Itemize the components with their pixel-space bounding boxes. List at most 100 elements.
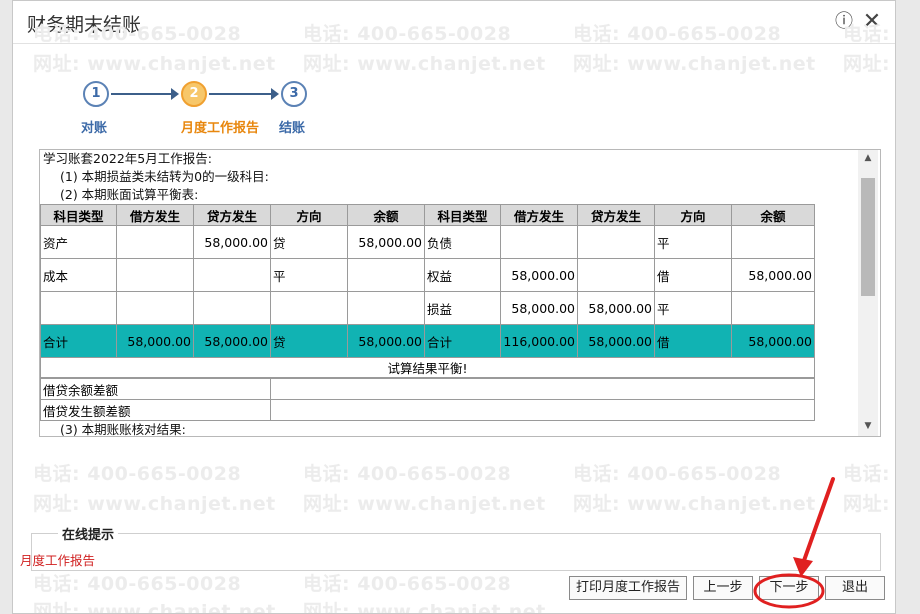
step-label-close: 结账 — [279, 121, 306, 136]
table-cell: 58,000.00 — [577, 291, 655, 325]
table-cell — [577, 258, 655, 292]
step-connector — [209, 93, 271, 95]
watermark-phone: 电话: 400-665-0028 — [33, 463, 242, 485]
exit-button[interactable]: 退出 — [825, 576, 885, 600]
arrow-right-icon — [271, 88, 279, 100]
help-icon[interactable]: ⓘ — [833, 11, 855, 33]
column-header: 贷方发生 — [193, 204, 271, 226]
table-cell — [347, 258, 425, 292]
table-cell: 合计 — [424, 324, 501, 358]
table-cell — [193, 291, 271, 325]
column-header: 借方发生 — [500, 204, 578, 226]
table-row: 借贷余额差额 — [40, 378, 815, 400]
table-cell: 贷 — [270, 225, 348, 259]
tips-text: 月度工作报告 — [20, 553, 96, 568]
difference-table: 借贷余额差额 借贷发生额差额 — [40, 378, 815, 421]
watermark-site: 网址: www.chanjet.net — [573, 53, 816, 75]
table-cell — [116, 225, 194, 259]
table-cell: 权益 — [424, 258, 501, 292]
table-cell — [731, 291, 815, 325]
watermark-site: 网址: www.chanjet.net — [33, 53, 276, 75]
column-header: 贷方发生 — [577, 204, 655, 226]
watermark-phone: 电话: 400-665-0028 — [303, 463, 512, 485]
step-1-circle: 1 — [83, 81, 109, 107]
table-cell — [500, 225, 578, 259]
table-row: 成本 平 权益 58,000.00 借 58,000.00 — [40, 258, 815, 292]
table-row: 借贷发生额差额 — [40, 399, 815, 421]
column-header: 借方发生 — [116, 204, 194, 226]
scrollbar-thumb[interactable] — [861, 178, 875, 296]
table-row: 损益 58,000.00 58,000.00 平 — [40, 291, 815, 325]
online-tips-box: 在线提示 月度工作报告 — [20, 524, 881, 571]
table-cell — [731, 225, 815, 259]
table-cell: 平 — [654, 291, 732, 325]
watermark-site: 网址: www.chanjet.net — [843, 53, 895, 75]
table-cell — [577, 225, 655, 259]
table-cell: 负债 — [424, 225, 501, 259]
close-icon[interactable]: ✕ — [861, 11, 883, 33]
step-label-reconcile: 对账 — [81, 121, 108, 136]
tips-label: 在线提示 — [58, 524, 119, 543]
table-row: 资产 58,000.00 贷 58,000.00 负债 平 — [40, 225, 815, 259]
scroll-down-icon[interactable]: ▼ — [858, 418, 878, 434]
step-connector — [111, 93, 171, 95]
report-content: 学习账套2022年5月工作报告: (1) 本期损益类未结转为0的一级科目: (2… — [40, 150, 830, 437]
trial-balance-table: 科目类型 借方发生 贷方发生 方向 余额 科目类型 借方发生 贷方发生 方向 余… — [40, 204, 815, 378]
column-header: 科目类型 — [40, 204, 117, 226]
column-header: 科目类型 — [424, 204, 501, 226]
table-cell: 58,000.00 — [116, 324, 194, 358]
report-heading: 学习账套2022年5月工作报告: — [43, 151, 212, 166]
table-cell: 58,000.00 — [731, 258, 815, 292]
table-cell — [347, 291, 425, 325]
watermark-site: 网址: www.chanjet.net — [843, 493, 895, 515]
column-header: 余额 — [347, 204, 425, 226]
table-cell: 58,000.00 — [347, 225, 425, 259]
table-cell — [270, 399, 815, 421]
column-header: 方向 — [270, 204, 348, 226]
balance-result-row: 试算结果平衡! — [40, 357, 815, 378]
table-cell — [270, 291, 348, 325]
vertical-scrollbar[interactable]: ▲ ▼ — [858, 150, 878, 436]
table-cell: 资产 — [40, 225, 117, 259]
watermark-site: 网址: www.chanjet.net — [303, 493, 546, 515]
watermark-phone: 电话: 400-665-0028 — [573, 463, 782, 485]
scroll-up-icon[interactable]: ▲ — [858, 150, 878, 166]
dialog-title: 财务期末结账 — [27, 14, 142, 36]
table-cell: 58,000.00 — [731, 324, 815, 358]
table-cell — [116, 291, 194, 325]
report-item-3: (3) 本期账账核对结果: — [60, 422, 186, 437]
table-cell: 58,000.00 — [347, 324, 425, 358]
table-cell: 58,000.00 — [500, 258, 578, 292]
table-cell: 58,000.00 — [193, 225, 271, 259]
report-panel[interactable]: 学习账套2022年5月工作报告: (1) 本期损益类未结转为0的一级科目: (2… — [39, 149, 881, 437]
table-cell: 借 — [654, 324, 732, 358]
table-cell: 58,000.00 — [577, 324, 655, 358]
table-cell — [116, 258, 194, 292]
table-cell — [40, 291, 117, 325]
table-cell: 借 — [654, 258, 732, 292]
watermark-phone: 电话: 400-665-0028 — [33, 573, 242, 595]
column-header: 余额 — [731, 204, 815, 226]
column-header: 方向 — [654, 204, 732, 226]
step-3-circle: 3 — [281, 81, 307, 107]
print-report-button[interactable]: 打印月度工作报告 — [569, 576, 687, 600]
watermark-phone: 电话: 400-665-0028 — [303, 573, 512, 595]
table-cell: 平 — [654, 225, 732, 259]
watermark-site: 网址: www.chanjet.net — [33, 493, 276, 515]
previous-step-button[interactable]: 上一步 — [693, 576, 753, 600]
balance-result: 试算结果平衡! — [40, 357, 815, 378]
step-2-circle: 2 — [181, 81, 207, 107]
next-step-button[interactable]: 下一步 — [759, 576, 819, 600]
arrow-right-icon — [171, 88, 179, 100]
table-cell: 借贷余额差额 — [40, 378, 271, 400]
table-cell: 借贷发生额差额 — [40, 399, 271, 421]
step-label-monthly-report: 月度工作报告 — [181, 121, 260, 136]
watermark-site: 网址: www.chanjet.net — [303, 601, 546, 614]
report-item-2: (2) 本期账面试算平衡表: — [60, 187, 199, 202]
table-cell: 平 — [270, 258, 348, 292]
watermark-site: 网址: www.chanjet.net — [303, 53, 546, 75]
watermark-site: 网址: www.chanjet.net — [33, 601, 276, 614]
watermark-site: 网址: www.chanjet.net — [573, 493, 816, 515]
total-row: 合计 58,000.00 58,000.00 贷 58,000.00 合计 11… — [40, 324, 815, 358]
table-cell: 贷 — [270, 324, 348, 358]
